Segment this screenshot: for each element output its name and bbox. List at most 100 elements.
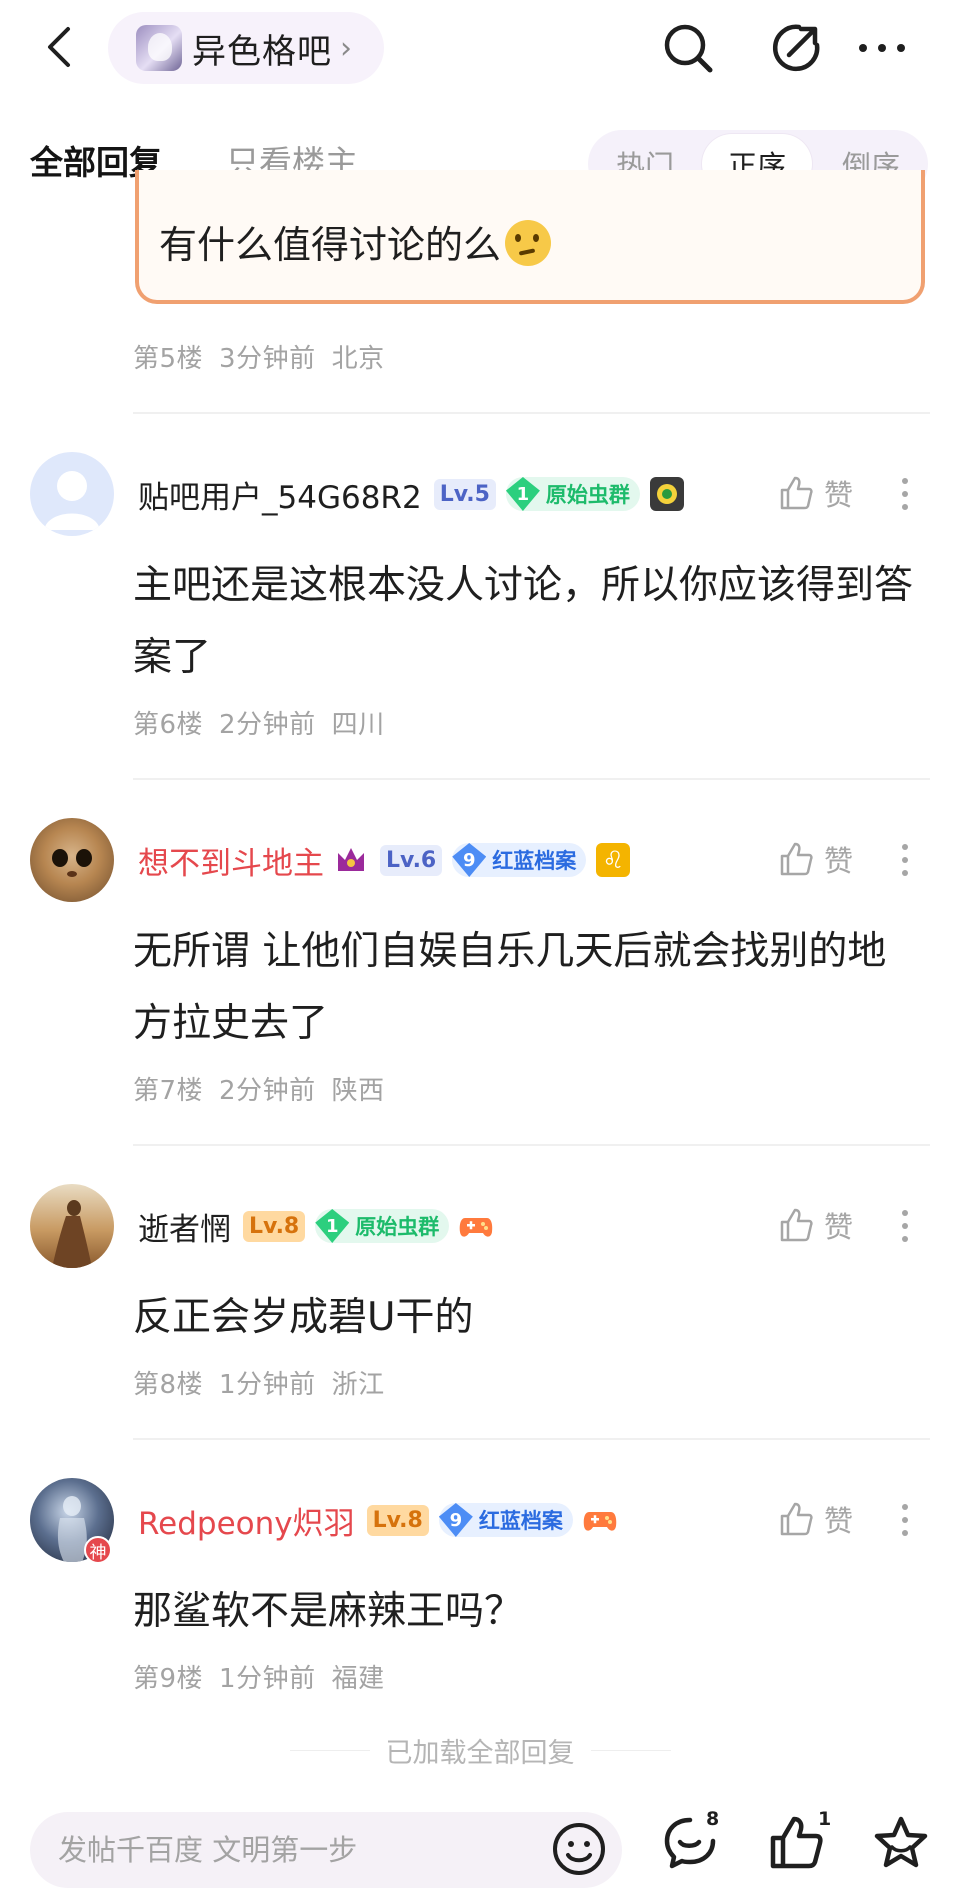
- more-options-button[interactable]: [852, 18, 912, 78]
- dot: [902, 1223, 908, 1229]
- star-icon: [874, 1816, 928, 1868]
- avatar[interactable]: 神: [30, 1478, 114, 1564]
- post-meta: 第6楼 2分钟前 四川: [133, 704, 401, 741]
- avatar[interactable]: [30, 1184, 114, 1268]
- like-label: 赞: [824, 844, 854, 878]
- post-content: 反正会岁成碧U干的: [133, 1295, 474, 1340]
- figure-silhouette-icon: [52, 1200, 92, 1268]
- post-header: 贴吧用户_54G68R2 Lv.5 1 原始虫群: [138, 468, 684, 520]
- quoted-post[interactable]: 有什么值得讨论的么: [135, 170, 925, 304]
- like-label: 赞: [824, 1210, 854, 1244]
- comments-button[interactable]: 8: [662, 1808, 722, 1878]
- username[interactable]: 想不到斗地主: [138, 838, 324, 883]
- search-button[interactable]: [658, 18, 718, 78]
- leo-sign-icon: ♌: [596, 843, 631, 877]
- forum-name: 异色格吧: [192, 31, 332, 72]
- cat-face-icon: [52, 849, 92, 877]
- like-button[interactable]: 赞: [778, 1204, 853, 1246]
- dot: [902, 491, 908, 497]
- like-post-button[interactable]: 1: [768, 1808, 831, 1878]
- post-more-button[interactable]: [893, 1206, 917, 1246]
- smiley-icon: [553, 1823, 605, 1875]
- dot: [902, 857, 908, 863]
- quoted-text-body: 有什么值得讨论的么: [159, 223, 502, 267]
- dot: [902, 1504, 908, 1510]
- post-time: 2分钟前: [219, 1076, 316, 1106]
- post-meta: 第9楼 1分钟前 福建: [133, 1658, 401, 1695]
- chevron-left-icon: [48, 27, 70, 67]
- post-meta: 第5楼 3分钟前 北京: [133, 338, 401, 375]
- fan-badge-label: 原始虫群: [355, 1215, 440, 1239]
- post-more-button[interactable]: [893, 1500, 917, 1540]
- reply-input[interactable]: [58, 1812, 538, 1888]
- search-icon: [664, 24, 713, 73]
- post-location: 四川: [331, 710, 385, 740]
- level-badge: Lv.6: [380, 844, 443, 876]
- share-button[interactable]: [766, 18, 826, 78]
- level-badge: Lv.5: [433, 478, 496, 510]
- post-time: 1分钟前: [219, 1664, 316, 1694]
- fan-badge: 9 红蓝档案: [438, 1503, 573, 1537]
- default-user-icon: [44, 471, 100, 530]
- username[interactable]: Redpeony炽羽: [138, 1498, 355, 1543]
- post-meta: 第8楼 1分钟前 浙江: [133, 1364, 401, 1401]
- post-location: 北京: [331, 344, 385, 374]
- post-more-button[interactable]: [893, 474, 917, 514]
- god-badge: 神: [84, 1536, 112, 1564]
- like-label: 赞: [824, 1504, 854, 1538]
- avatar[interactable]: [30, 452, 114, 536]
- username[interactable]: 贴吧用户_54G68R2: [138, 472, 422, 517]
- reply-input-container: [30, 1812, 622, 1888]
- post-meta: 第7楼 2分钟前 陕西: [133, 1070, 401, 1107]
- like-button[interactable]: 赞: [778, 838, 853, 880]
- dot: [902, 1236, 908, 1242]
- like-button[interactable]: 赞: [778, 472, 853, 514]
- fan-badge-label: 红蓝档案: [492, 849, 577, 873]
- floor-number: 第8楼: [133, 1370, 204, 1400]
- gem-icon: 1: [505, 477, 540, 511]
- username[interactable]: 逝者惘: [138, 1204, 231, 1249]
- post-location: 陕西: [331, 1076, 385, 1106]
- gamepad-icon: [459, 1209, 493, 1243]
- floor-number: 第5楼: [133, 344, 204, 374]
- thinking-face-icon: [505, 220, 552, 266]
- post-content: 主吧还是这根本没人讨论，所以你应该得到答案了: [133, 563, 914, 680]
- medal-icon: [649, 477, 684, 511]
- gamepad-icon: [583, 1503, 617, 1537]
- level-badge: Lv.8: [366, 1504, 429, 1536]
- post-content: 无所谓 让他们自娱自乐几天后就会找别的地方拉史去了: [133, 929, 887, 1046]
- thumbs-up-icon: [770, 1816, 823, 1869]
- quoted-text: 有什么值得讨论的么: [159, 214, 552, 269]
- forum-link[interactable]: 异色格吧 ›: [108, 12, 384, 84]
- divider: [133, 778, 930, 780]
- divider: [133, 1144, 930, 1146]
- post-location: 浙江: [331, 1370, 385, 1400]
- post-more-button[interactable]: [893, 840, 917, 880]
- like-button[interactable]: 赞: [778, 1498, 853, 1540]
- forum-avatar: [136, 25, 182, 71]
- top-bar: 异色格吧 ›: [0, 0, 960, 98]
- dot: [902, 1517, 908, 1523]
- floor-number: 第9楼: [133, 1664, 204, 1694]
- fan-badge: 1 原始虫群: [505, 477, 640, 511]
- like-count: 1: [818, 1808, 832, 1830]
- fan-badge: 9 红蓝档案: [452, 843, 587, 877]
- gem-icon: 9: [438, 1503, 473, 1537]
- post-header: 想不到斗地主 Lv.6 9 红蓝档案 ♌: [138, 834, 631, 886]
- back-button[interactable]: [36, 22, 80, 72]
- fan-badge-label: 原始虫群: [545, 483, 630, 507]
- thumbs-up-icon: [780, 1208, 813, 1242]
- dot: [902, 1530, 908, 1536]
- post-location: 福建: [331, 1664, 385, 1694]
- fan-badge-label: 红蓝档案: [478, 1509, 563, 1533]
- emoji-button[interactable]: [550, 1820, 608, 1878]
- thumbs-up-icon: [780, 1502, 813, 1536]
- like-label: 赞: [824, 478, 854, 512]
- fan-badge: 1 原始虫群: [315, 1209, 450, 1243]
- favorite-button[interactable]: [872, 1814, 932, 1878]
- avatar[interactable]: [30, 818, 114, 902]
- bottom-bar: 8 1: [0, 1796, 960, 1892]
- all-replies-loaded: 已加载全部回复: [0, 1730, 960, 1770]
- thumbs-up-icon: [780, 842, 813, 876]
- dot: [902, 478, 908, 484]
